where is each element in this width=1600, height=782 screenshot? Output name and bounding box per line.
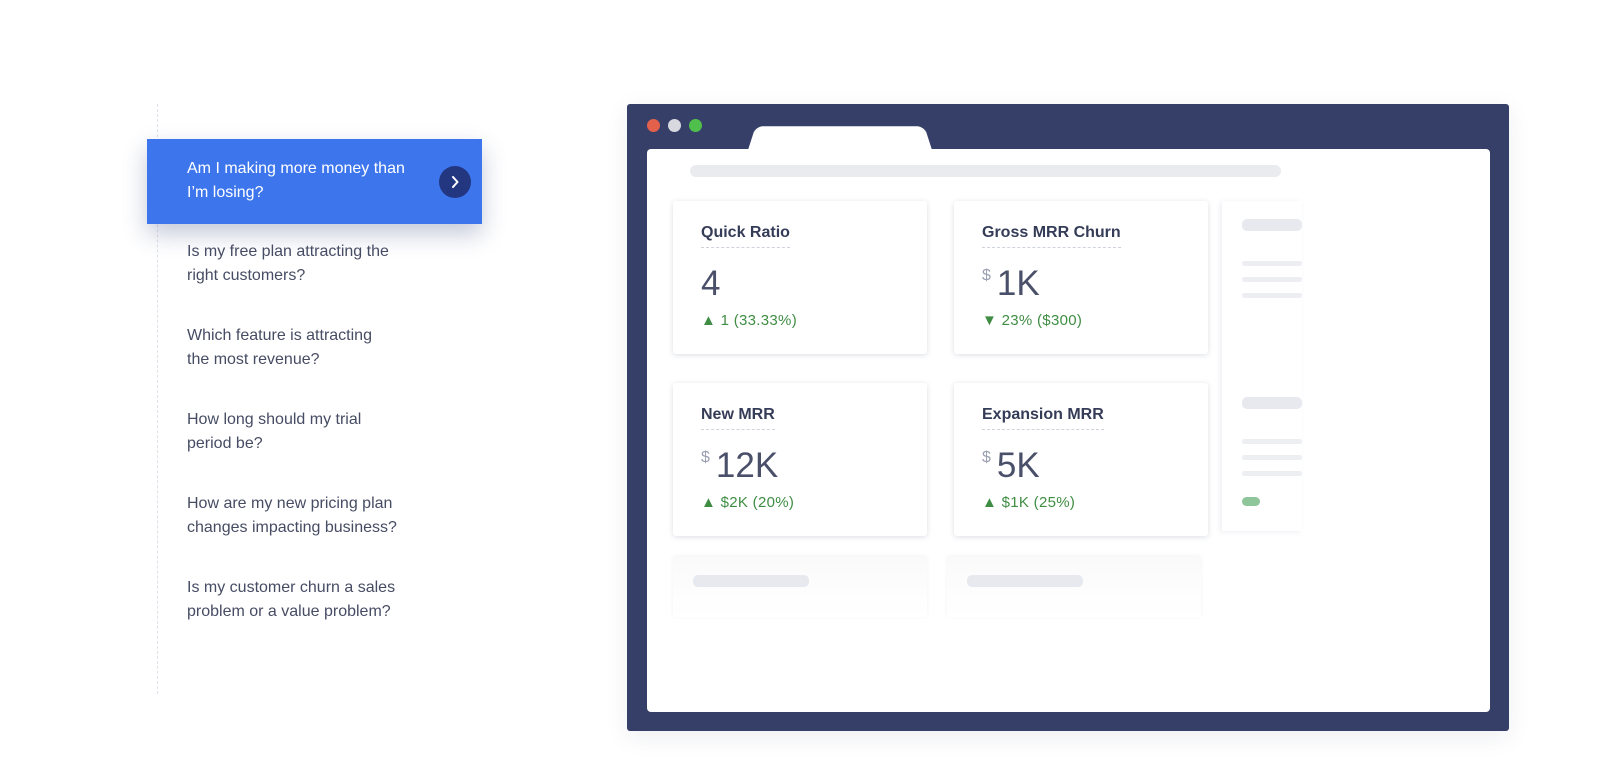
question-label: Which feature is attracting the most rev… — [187, 327, 372, 368]
metric-value: 12K — [715, 446, 779, 485]
maximize-window-dot — [689, 119, 702, 132]
placeholder-block — [1242, 219, 1302, 231]
address-bar-placeholder — [690, 165, 1281, 177]
question-item[interactable]: Which feature is attracting the most rev… — [147, 324, 387, 372]
metric-delta: ▼ 23% ($300) — [982, 312, 1083, 329]
metric-title: Quick Ratio — [701, 224, 790, 248]
placeholder-side-panel — [1222, 201, 1302, 531]
question-label: Is my customer churn a sales problem or … — [187, 579, 396, 620]
metric-value-group: $ 5K — [982, 447, 1040, 485]
question-label: How long should my trial period be? — [187, 411, 362, 452]
metric-value-group: $ 12K — [701, 447, 778, 485]
placeholder-line — [1242, 293, 1302, 298]
metric-value-group: 4 — [701, 265, 720, 303]
metric-delta: ▲ 1 (33.33%) — [701, 312, 797, 329]
placeholder-line — [1242, 471, 1302, 476]
question-item[interactable]: Is my customer churn a sales problem or … — [147, 576, 407, 624]
metric-delta: ▲ $2K (20%) — [701, 494, 795, 511]
currency-symbol: $ — [701, 449, 710, 466]
chevron-right-icon[interactable] — [439, 166, 471, 198]
currency-symbol: $ — [982, 449, 991, 466]
question-item[interactable]: Is my free plan attracting the right cus… — [147, 240, 407, 288]
metric-delta: ▲ $1K (25%) — [982, 494, 1076, 511]
question-label: How are my new pricing plan changes impa… — [187, 495, 397, 536]
placeholder-card — [947, 557, 1201, 617]
metric-value: 1K — [996, 264, 1040, 303]
metric-title: Expansion MRR — [982, 406, 1104, 430]
metric-value-group: $ 1K — [982, 265, 1040, 303]
currency-symbol: $ — [982, 267, 991, 284]
question-item[interactable]: How are my new pricing plan changes impa… — [147, 492, 417, 540]
placeholder-line — [1242, 277, 1302, 282]
placeholder-line — [1242, 439, 1302, 444]
placeholder-line — [1242, 455, 1302, 460]
metric-value: 4 — [701, 264, 721, 303]
browser-tab — [748, 126, 932, 150]
question-item[interactable]: How long should my trial period be? — [147, 408, 377, 456]
metric-value: 5K — [996, 446, 1040, 485]
placeholder-status-pill — [1242, 497, 1260, 506]
metric-card-new-mrr: New MRR $ 12K ▲ $2K (20%) — [673, 383, 927, 536]
close-window-dot — [647, 119, 660, 132]
dashboard-viewport: Quick Ratio 4 ▲ 1 (33.33%) Gross MRR Chu… — [647, 149, 1490, 712]
placeholder-block — [693, 575, 809, 587]
metric-title: Gross MRR Churn — [982, 224, 1121, 248]
metric-card-gross-mrr-churn: Gross MRR Churn $ 1K ▼ 23% ($300) — [954, 201, 1208, 354]
question-label: Is my free plan attracting the right cus… — [187, 243, 389, 284]
placeholder-block — [967, 575, 1083, 587]
placeholder-card — [673, 557, 927, 617]
question-active-label: Am I making more money than I’m losing? — [187, 160, 405, 201]
browser-window: Quick Ratio 4 ▲ 1 (33.33%) Gross MRR Chu… — [627, 104, 1509, 731]
metric-card-expansion-mrr: Expansion MRR $ 5K ▲ $1K (25%) — [954, 383, 1208, 536]
metric-title: New MRR — [701, 406, 775, 430]
minimize-window-dot — [668, 119, 681, 132]
metric-card-quick-ratio: Quick Ratio 4 ▲ 1 (33.33%) — [673, 201, 927, 354]
placeholder-block — [1242, 397, 1302, 409]
placeholder-line — [1242, 261, 1302, 266]
question-item-active[interactable]: Am I making more money than I’m losing? — [147, 139, 482, 224]
